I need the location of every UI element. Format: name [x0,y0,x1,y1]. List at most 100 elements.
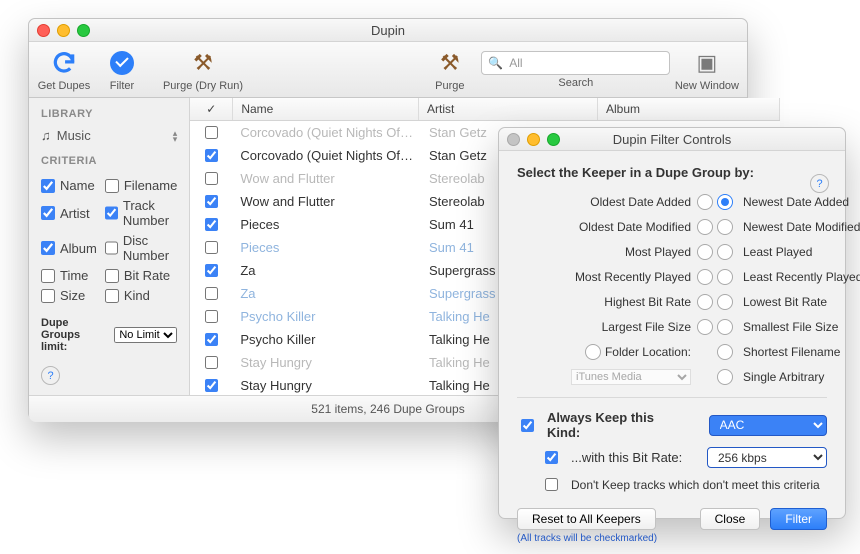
row-checkbox[interactable] [205,218,218,231]
purge-icon: ⚒ [188,48,218,78]
search-input[interactable]: 🔍 All [481,51,670,75]
filter-button[interactable]: Filter [95,44,149,96]
col-artist[interactable]: Artist [419,98,598,120]
keeper-radio[interactable] [697,269,713,285]
folder-location-select[interactable]: iTunes Media [571,369,691,385]
criteria-filename[interactable]: Filename [105,178,177,193]
criteria-checkbox[interactable] [41,241,55,255]
criteria-label: Name [60,178,95,193]
bitrate-select[interactable]: 256 kbps [707,447,827,468]
row-checkbox[interactable] [205,241,218,254]
keeper-radio[interactable] [697,244,713,260]
criteria-disc-number[interactable]: Disc Number [105,233,177,263]
criteria-size[interactable]: Size [41,288,97,303]
keeper-radio[interactable] [717,244,733,260]
row-checkbox[interactable] [205,126,218,139]
criteria-label: Kind [124,288,150,303]
criteria-label: Filename [124,178,177,193]
keeper-option-label: Oldest Date Modified [517,220,697,234]
maximize-icon[interactable] [77,24,90,37]
keeper-radio[interactable] [697,219,713,235]
always-keep-checkbox[interactable] [521,419,534,432]
reset-button[interactable]: Reset to All Keepers [517,508,656,530]
single-arbitrary-label: Single Arbitrary [737,370,860,384]
keeper-radio[interactable] [717,219,733,235]
maximize-icon[interactable] [547,133,560,146]
row-name: Stay Hungry [232,355,421,370]
col-name[interactable]: Name [233,98,419,120]
row-checkbox[interactable] [205,379,218,392]
library-item[interactable]: ♫ Music ▴▾ [41,125,177,155]
row-checkbox[interactable] [205,149,218,162]
close-button[interactable]: Close [700,508,761,530]
criteria-checkbox[interactable] [41,269,55,283]
minimize-icon[interactable] [527,133,540,146]
dupe-limit-label: Dupe Groups limit: [41,317,106,353]
keeper-option-label: Oldest Date Added [517,195,697,209]
dont-keep-checkbox[interactable] [545,478,558,491]
shortest-filename-radio[interactable] [717,344,733,360]
keeper-radio[interactable] [717,294,733,310]
criteria-checkbox[interactable] [105,241,118,255]
purge-dryrun-button[interactable]: ⚒ Purge (Dry Run) [153,44,253,96]
criteria-checkbox[interactable] [41,289,55,303]
row-checkbox[interactable] [205,356,218,369]
always-keep-select[interactable]: AAC [709,415,827,436]
get-dupes-button[interactable]: Get Dupes [37,44,91,96]
purge-button[interactable]: ⚒ Purge [423,44,477,96]
keeper-option-label: Most Played [517,245,697,259]
col-check[interactable]: ✓ [190,98,233,120]
row-checkbox[interactable] [205,287,218,300]
keeper-radio[interactable] [697,319,713,335]
single-arbitrary-radio[interactable] [717,369,733,385]
keeper-radio[interactable] [717,319,733,335]
row-name: Za [232,263,421,278]
criteria-track-number[interactable]: Track Number [105,198,177,228]
search-icon: 🔍 [488,56,503,70]
col-album[interactable]: Album [598,98,780,120]
help-button[interactable]: ? [41,366,60,385]
filter-titlebar: Dupin Filter Controls [499,128,845,151]
criteria-artist[interactable]: Artist [41,198,97,228]
keeper-option-label: Highest Bit Rate [517,295,697,309]
folder-location-radio[interactable] [585,344,601,360]
dupe-limit-row: Dupe Groups limit: No Limit [41,317,177,353]
keeper-option-label: Least Played [737,245,860,259]
criteria-name[interactable]: Name [41,178,97,193]
row-checkbox[interactable] [205,172,218,185]
criteria-checkbox[interactable] [105,179,119,193]
criteria-checkbox[interactable] [105,269,119,283]
keeper-radio[interactable] [697,194,713,210]
keeper-radio[interactable] [717,269,733,285]
keeper-radio[interactable] [697,294,713,310]
bitrate-checkbox[interactable] [545,451,558,464]
row-name: Wow and Flutter [232,171,421,186]
criteria-checkbox[interactable] [41,206,55,220]
toolbar-label: Filter [110,80,134,92]
criteria-time[interactable]: Time [41,268,97,283]
close-icon[interactable] [507,133,520,146]
criteria-checkbox[interactable] [105,289,119,303]
row-name: Pieces [232,217,421,232]
minimize-icon[interactable] [57,24,70,37]
close-icon[interactable] [37,24,50,37]
criteria-album[interactable]: Album [41,233,97,263]
filter-apply-button[interactable]: Filter [770,508,827,530]
keeper-option-label: Least Recently Played [737,270,860,284]
criteria-bit-rate[interactable]: Bit Rate [105,268,177,283]
shortest-filename-label: Shortest Filename [737,345,860,359]
help-button[interactable]: ? [810,174,829,193]
row-name: Za [232,286,421,301]
criteria-checkbox[interactable] [41,179,55,193]
row-checkbox[interactable] [205,310,218,323]
reset-note: (All tracks will be checkmarked) [517,533,827,544]
criteria-kind[interactable]: Kind [105,288,177,303]
new-window-button[interactable]: ▣ New Window [675,44,739,96]
criteria-checkbox[interactable] [105,206,118,220]
row-checkbox[interactable] [205,264,218,277]
row-checkbox[interactable] [205,333,218,346]
row-checkbox[interactable] [205,195,218,208]
dupe-limit-select[interactable]: No Limit [114,327,177,343]
keeper-radio[interactable] [717,194,733,210]
main-titlebar: Dupin [29,19,747,42]
